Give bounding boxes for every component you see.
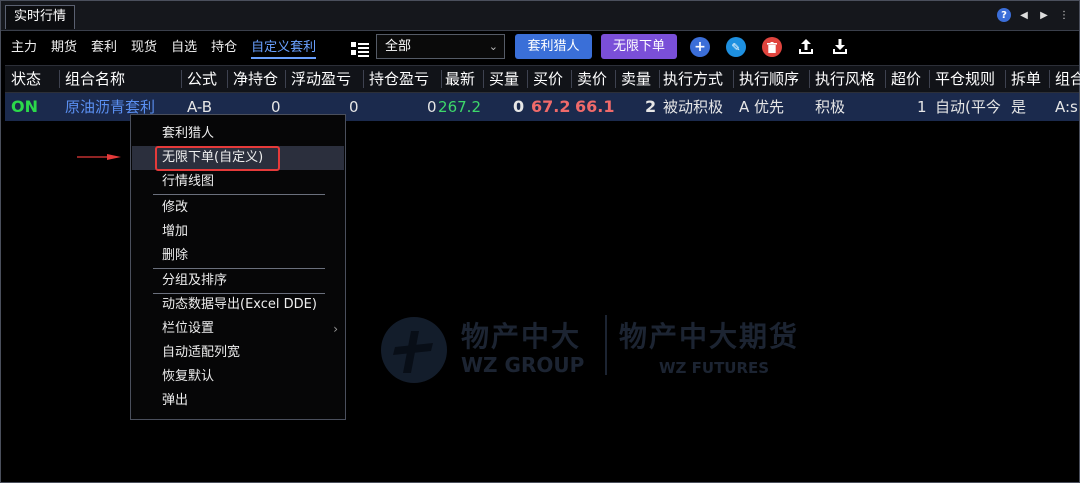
menu-item-price-chart[interactable]: 行情线图 [132, 170, 344, 194]
scroll-right-icon[interactable]: ▶ [1037, 8, 1051, 22]
menu-item-modify[interactable]: 修改 [132, 196, 344, 220]
realtime-quotes-window: 实时行情 ? ◀ ▶ ⋮ 主力 期货 套利 现货 自选 持仓 自定义套利 全部 [0, 0, 1080, 483]
toolbar: 主力 期货 套利 现货 自选 持仓 自定义套利 全部 ⌄ 套利猎人 无限下单 +… [1, 33, 1079, 63]
table-header: 状态 组合名称 公式 净持仓 浮动盈亏 持仓盈亏 最新 买量 买价 卖价 卖量 … [5, 65, 1080, 93]
bid-price-cell[interactable]: 67.2 [531, 93, 570, 121]
quotes-table: 状态 组合名称 公式 净持仓 浮动盈亏 持仓盈亏 最新 买量 买价 卖价 卖量 … [5, 65, 1080, 121]
title-bar: 实时行情 ? ◀ ▶ ⋮ [1, 1, 1079, 31]
tab-main[interactable]: 主力 [11, 39, 37, 59]
menu-item-column-settings[interactable]: 栏位设置 › [132, 317, 344, 341]
floating-pnl-cell: 0 [349, 98, 359, 116]
delete-icon[interactable] [762, 37, 782, 57]
exec-mode-cell: 被动积极 [663, 98, 724, 116]
group-select-value: 全部 [385, 39, 412, 54]
col-bid-qty[interactable]: 买量 [489, 66, 519, 92]
help-icon[interactable]: ? [997, 8, 1011, 22]
watermark-en-right: WZ FUTURES [659, 359, 770, 377]
tab-positions[interactable]: 持仓 [211, 39, 237, 59]
col-status[interactable]: 状态 [11, 66, 41, 92]
company-logo-icon [381, 317, 447, 383]
menu-item-dde-export[interactable]: 动态数据导出(Excel DDE) [132, 293, 344, 317]
watermark-divider [605, 315, 607, 375]
export-icon[interactable] [796, 37, 816, 57]
import-icon[interactable] [830, 37, 850, 57]
col-bid[interactable]: 买价 [533, 66, 563, 92]
tab-custom-arbitrage[interactable]: 自定义套利 [251, 39, 317, 59]
menu-item-popout[interactable]: 弹出 [132, 389, 344, 413]
company-watermark: 物产中大 WZ GROUP 物产中大期货 WZ FUTURES [381, 311, 811, 386]
menu-item-delete[interactable]: 删除 [132, 244, 344, 268]
col-close-rule[interactable]: 平仓规则 [935, 66, 995, 92]
tab-futures[interactable]: 期货 [51, 39, 77, 59]
exec-style-cell: 积极 [815, 98, 846, 116]
col-net-position[interactable]: 净持仓 [233, 66, 278, 92]
bid-qty-cell: 0 [513, 97, 525, 116]
col-exec-mode[interactable]: 执行方式 [663, 66, 723, 92]
tab-watchlist[interactable]: 自选 [171, 39, 197, 59]
scroll-left-icon[interactable]: ◀ [1017, 8, 1031, 22]
window-title-tab[interactable]: 实时行情 [5, 5, 76, 29]
col-position-pnl[interactable]: 持仓盈亏 [369, 66, 429, 92]
overprice-cell: 1 [917, 98, 927, 116]
menu-separator [153, 194, 325, 195]
chevron-down-icon: ⌄ [488, 40, 498, 53]
col-floating-pnl[interactable]: 浮动盈亏 [291, 66, 351, 92]
menu-item-restore-default[interactable]: 恢复默认 [132, 365, 344, 389]
col-exec-order[interactable]: 执行顺序 [739, 66, 799, 92]
combo-cell: A:s [1055, 98, 1078, 116]
col-name[interactable]: 组合名称 [65, 66, 125, 92]
window-controls: ? ◀ ▶ ⋮ [997, 8, 1071, 22]
menu-item-autofit-columns[interactable]: 自动适配列宽 [132, 341, 344, 365]
category-tabs: 主力 期货 套利 现货 自选 持仓 自定义套利 [11, 39, 330, 59]
col-split[interactable]: 拆单 [1011, 66, 1041, 92]
tab-arbitrage[interactable]: 套利 [91, 39, 117, 59]
menu-item-group-sort[interactable]: 分组及排序 [132, 269, 344, 293]
menu-item-arb-hunter[interactable]: 套利猎人 [132, 122, 344, 146]
col-combo[interactable]: 组合 [1055, 66, 1080, 92]
edit-icon[interactable]: ✎ [726, 37, 746, 57]
status-cell: ON [11, 97, 38, 116]
menu-more-icon[interactable]: ⋮ [1057, 8, 1071, 22]
split-cell: 是 [1011, 98, 1027, 116]
add-icon[interactable]: + [690, 37, 710, 57]
highlight-box [155, 146, 280, 171]
pointer-arrow-icon [77, 154, 121, 160]
tab-spot[interactable]: 现货 [131, 39, 157, 59]
col-last[interactable]: 最新 [445, 66, 475, 92]
last-price-cell: 267.2 [438, 98, 481, 116]
list-view-icon[interactable] [351, 41, 369, 57]
col-exec-style[interactable]: 执行风格 [815, 66, 875, 92]
ask-qty-cell: 2 [645, 97, 657, 116]
menu-item-column-settings-label: 栏位设置 [162, 321, 215, 336]
group-select[interactable]: 全部 ⌄ [376, 34, 505, 59]
arb-hunter-button[interactable]: 套利猎人 [515, 34, 592, 59]
close-rule-cell: 自动(平今 [935, 98, 1001, 116]
menu-item-add[interactable]: 增加 [132, 220, 344, 244]
watermark-en-left: WZ GROUP [461, 353, 585, 377]
col-ask[interactable]: 卖价 [577, 66, 607, 92]
exec-order-cell: A 优先 [739, 98, 785, 116]
unlimited-order-button[interactable]: 无限下单 [601, 34, 677, 59]
watermark-cn-left: 物产中大 [461, 320, 582, 353]
col-overprice[interactable]: 超价 [891, 66, 921, 92]
col-ask-qty[interactable]: 卖量 [621, 66, 651, 92]
ask-price-cell[interactable]: 66.1 [575, 93, 614, 121]
chevron-right-icon: › [333, 322, 338, 336]
col-formula[interactable]: 公式 [187, 66, 217, 92]
watermark-cn-right: 物产中大期货 [619, 320, 800, 353]
